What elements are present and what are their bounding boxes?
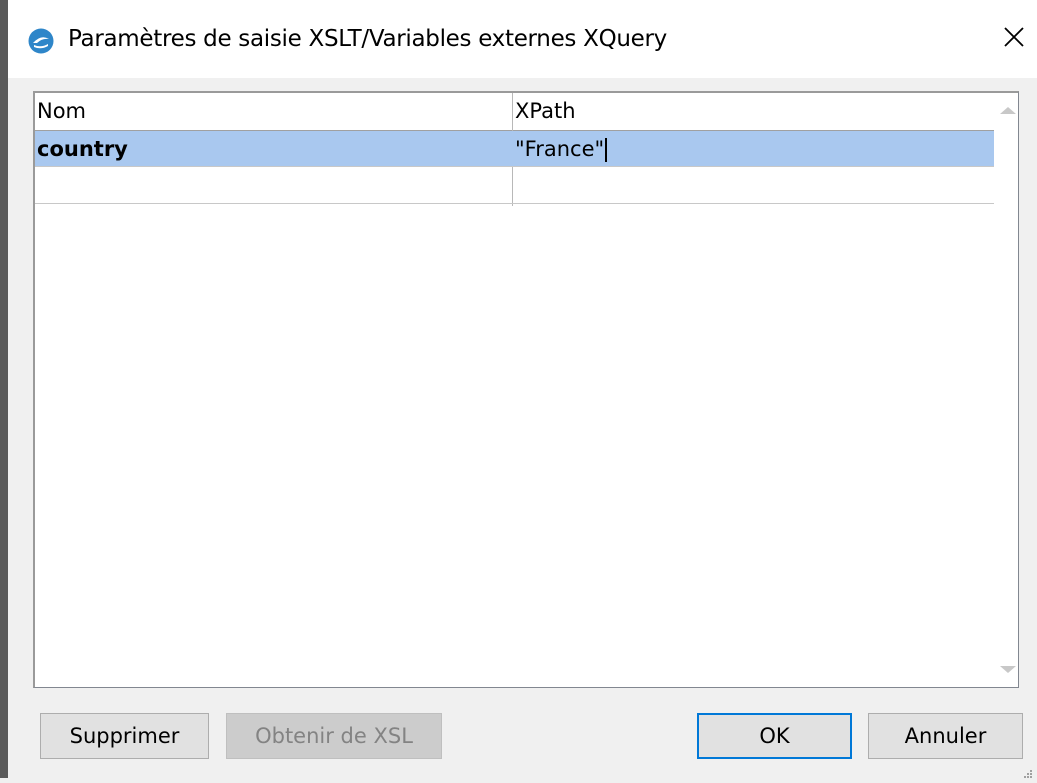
parameters-grid[interactable]: Nom XPath country "France" — [33, 91, 1019, 688]
resize-grip-icon[interactable] — [1023, 764, 1033, 778]
get-from-xsl-button[interactable]: Obtenir de XSL — [226, 713, 442, 759]
name-cell[interactable] — [35, 168, 512, 204]
title-bar[interactable]: Paramètres de saisie XSLT/Variables exte… — [8, 0, 1037, 78]
window-title: Paramètres de saisie XSLT/Variables exte… — [68, 26, 667, 52]
scroll-down-icon[interactable] — [1000, 666, 1016, 673]
scroll-up-icon[interactable] — [1000, 107, 1016, 114]
app-icon — [28, 28, 54, 54]
table-row[interactable]: country "France" — [35, 131, 995, 167]
delete-button[interactable]: Supprimer — [40, 713, 209, 759]
cancel-button[interactable]: Annuler — [868, 713, 1023, 759]
column-header-nom[interactable]: Nom — [35, 93, 512, 130]
ok-button[interactable]: OK — [697, 713, 852, 759]
window-border — [0, 0, 8, 778]
vertical-scrollbar[interactable] — [994, 93, 1018, 687]
xpath-cell-editing[interactable]: "France" — [513, 131, 995, 167]
text-caret — [605, 138, 608, 162]
name-cell[interactable]: country — [35, 131, 512, 167]
xpath-value: "France" — [515, 137, 605, 161]
table-row[interactable] — [35, 168, 995, 204]
grid-header: Nom XPath — [35, 93, 995, 131]
close-icon[interactable] — [999, 22, 1029, 52]
column-header-xpath[interactable]: XPath — [513, 93, 995, 130]
xpath-cell[interactable] — [513, 168, 995, 204]
